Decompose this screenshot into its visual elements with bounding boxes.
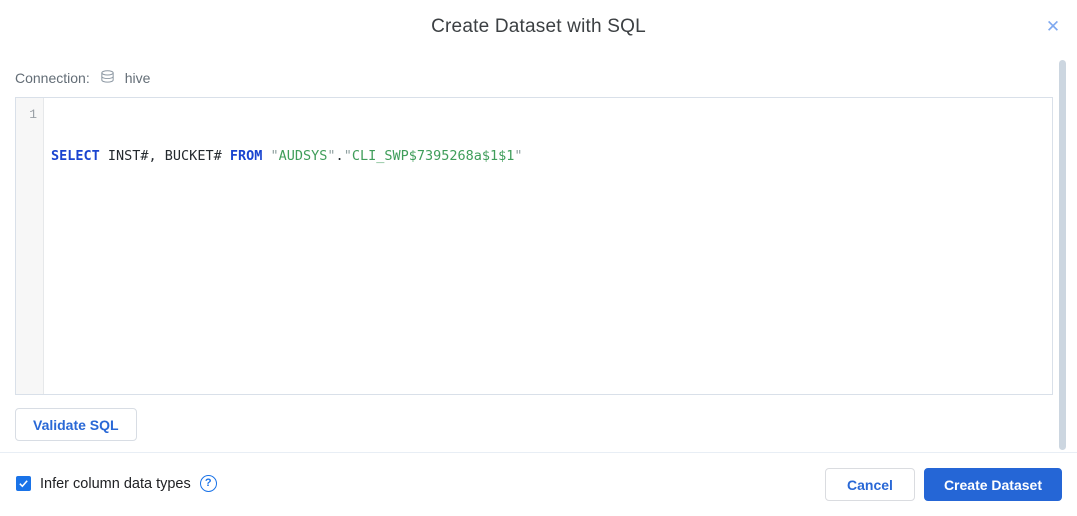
checkmark-icon	[18, 478, 29, 489]
sql-token: SELECT	[51, 148, 100, 164]
create-dataset-button[interactable]: Create Dataset	[924, 468, 1062, 501]
sql-token: "	[514, 148, 522, 164]
line-number-gutter: 1	[16, 98, 44, 394]
create-dataset-dialog: Create Dataset with SQL ✕ Connection: hi…	[0, 0, 1077, 516]
footer-actions: Cancel Create Dataset	[825, 468, 1062, 501]
line-number: 1	[29, 107, 37, 122]
validate-sql-button[interactable]: Validate SQL	[15, 408, 137, 441]
sql-token: "	[344, 148, 352, 164]
vertical-scrollbar[interactable]	[1059, 60, 1066, 450]
help-icon[interactable]: ?	[200, 475, 217, 492]
infer-types-checkbox[interactable]	[16, 476, 31, 491]
dialog-title: Create Dataset with SQL	[0, 16, 1077, 38]
sql-token: AUDSYS	[279, 148, 328, 164]
footer-divider	[0, 452, 1077, 453]
sql-token: "	[327, 148, 335, 164]
close-icon[interactable]: ✕	[1043, 17, 1063, 37]
sql-code-line: SELECT INST#, BUCKET# FROM "AUDSYS"."CLI…	[51, 146, 1044, 166]
infer-types-label: Infer column data types	[40, 476, 191, 492]
connection-row: Connection: hive	[15, 69, 150, 86]
sql-code-area[interactable]: SELECT INST#, BUCKET# FROM "AUDSYS"."CLI…	[44, 98, 1052, 394]
sql-token: .	[336, 148, 344, 164]
sql-token: "	[270, 148, 278, 164]
sql-token: FROM	[230, 148, 263, 164]
footer-options: Infer column data types ?	[16, 475, 217, 492]
cancel-button[interactable]: Cancel	[825, 468, 915, 501]
connection-name: hive	[125, 70, 151, 86]
sql-editor[interactable]: 1 SELECT INST#, BUCKET# FROM "AUDSYS"."C…	[15, 97, 1053, 395]
connection-label: Connection:	[15, 70, 90, 86]
sql-token: CLI_SWP$7395268a$1$1	[352, 148, 515, 164]
sql-token: INST#, BUCKET#	[100, 148, 230, 164]
database-icon	[99, 69, 116, 86]
